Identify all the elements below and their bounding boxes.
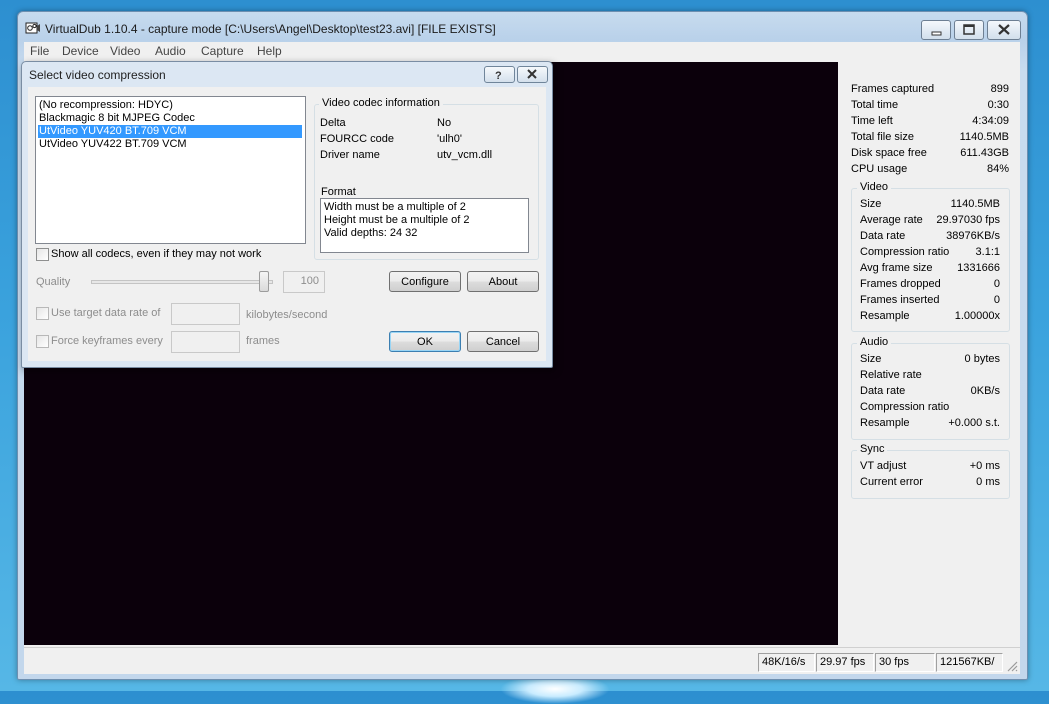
status-actual-fps: 29.97 fps [816, 653, 874, 672]
video-resample: Resample 1.00000x [860, 310, 1000, 322]
quality-value: 100 [300, 275, 319, 287]
video-data-rate: Data rate 38976KB/s [860, 230, 1000, 242]
audio-compression-ratio: Compression ratio [860, 401, 950, 413]
menu-device[interactable]: Device [62, 44, 99, 58]
configure-button[interactable]: Configure [389, 271, 461, 292]
capture-stats-panel: Frames captured 899 Total time 0:30 Time l… [842, 62, 1020, 645]
close-icon [527, 69, 537, 79]
force-keyframes-field[interactable] [171, 331, 240, 353]
show-all-codecs-label[interactable]: Show all codecs, even if they may not wo… [51, 248, 261, 260]
stat-cpu-usage: CPU usage 84% [851, 163, 1009, 175]
codec-info-fourcc-label: FOURCC code [320, 133, 394, 145]
quality-label: Quality [36, 276, 71, 288]
video-compression-ratio: Compression ratio 3.1:1 [860, 246, 1000, 258]
audio-size: Size 0 bytes [860, 353, 1000, 365]
about-button[interactable]: About [467, 271, 539, 292]
minimize-button[interactable] [921, 20, 951, 40]
codec-info-title: Video codec information [319, 97, 443, 109]
maximize-icon [963, 24, 975, 35]
format-textbox[interactable]: Width must be a multiple of 2 Height mus… [320, 198, 529, 253]
stat-total-file-size: Total file size 1140.5MB [851, 131, 1009, 143]
codec-item[interactable]: UtVideo YUV422 BT.709 VCM [38, 138, 302, 151]
video-size: Size 1140.5MB [860, 198, 1000, 210]
target-data-rate-checkbox[interactable] [36, 307, 49, 320]
codec-list[interactable]: (No recompression: HDYC) Blackmagic 8 bi… [35, 96, 306, 244]
codec-info-delta-value: No [437, 117, 452, 129]
video-avg-frame-size: Avg frame size 1331666 [860, 262, 1000, 274]
codec-info-delta-label: Delta [320, 117, 346, 129]
minimize-icon [931, 31, 942, 36]
ok-button[interactable]: OK [389, 331, 461, 352]
codec-item[interactable]: (No recompression: HDYC) [38, 99, 302, 112]
menu-video[interactable]: Video [110, 44, 140, 58]
menu-bar: File Device Video Audio Capture Help [24, 42, 1020, 61]
menu-capture[interactable]: Capture [201, 44, 244, 58]
codec-info-driver-value: utv_vcm.dll [437, 149, 493, 161]
format-line: Height must be a multiple of 2 [324, 214, 470, 226]
help-icon: ? [495, 70, 502, 82]
close-button[interactable] [987, 20, 1021, 40]
stat-time-left: Time left 4:34:09 [851, 115, 1009, 127]
video-average-rate: Average rate 29.97030 fps [860, 214, 1000, 226]
window-title: VirtualDub 1.10.4 - capture mode [C:\Use… [45, 22, 496, 36]
codec-info-fourcc-value: 'ulh0' [437, 133, 462, 145]
codec-item-selected[interactable]: UtVideo YUV420 BT.709 VCM [38, 125, 302, 138]
video-frames-dropped: Frames dropped 0 [860, 278, 1000, 290]
codec-info-driver-label: Driver name [320, 149, 380, 161]
dialog-title: Select video compression [29, 68, 166, 82]
target-data-rate-field[interactable] [171, 303, 240, 325]
format-label: Format [321, 186, 356, 198]
sync-group-title: Sync [857, 443, 888, 455]
force-keyframes-unit: frames [246, 335, 280, 347]
cancel-button[interactable]: Cancel [467, 331, 539, 352]
sync-vt-adjust: VT adjust +0 ms [860, 460, 1000, 472]
virtualdub-icon[interactable] [25, 20, 41, 36]
dialog-close-button[interactable] [517, 66, 548, 83]
audio-data-rate: Data rate 0KB/s [860, 385, 1000, 397]
quality-slider-track[interactable] [91, 280, 273, 284]
select-video-compression-dialog: Select video compression ? (No recompres… [21, 61, 553, 368]
audio-group-title: Audio [857, 336, 892, 348]
title-bar[interactable]: VirtualDub 1.10.4 - capture mode [C:\Use… [18, 12, 1027, 42]
status-target-fps: 30 fps [875, 653, 935, 672]
quality-slider-thumb[interactable] [259, 271, 269, 292]
menu-file[interactable]: File [30, 44, 49, 58]
audio-relative-rate: Relative rate [860, 369, 922, 381]
dialog-body: (No recompression: HDYC) Blackmagic 8 bi… [28, 87, 546, 361]
close-icon [998, 24, 1010, 35]
resize-grip-icon[interactable] [1006, 660, 1018, 672]
audio-resample: Resample +0.000 s.t. [860, 417, 1000, 429]
force-keyframes-label[interactable]: Force keyframes every [51, 335, 163, 347]
format-line: Width must be a multiple of 2 [324, 201, 466, 213]
stat-disk-space-free: Disk space free 611.43GB [851, 147, 1009, 159]
stat-frames-captured: Frames captured 899 [851, 83, 1009, 95]
maximize-button[interactable] [954, 20, 984, 40]
status-bar: 48K/16/s 29.97 fps 30 fps 121567KB/ [24, 647, 1020, 674]
dialog-help-button[interactable]: ? [484, 66, 515, 83]
target-data-rate-label[interactable]: Use target data rate of [51, 307, 160, 319]
stat-total-time: Total time 0:30 [851, 99, 1009, 111]
quality-value-field[interactable]: 100 [283, 271, 325, 293]
status-audio-format: 48K/16/s [758, 653, 815, 672]
status-data-rate: 121567KB/ [936, 653, 1003, 672]
svg-text:?: ? [495, 70, 502, 82]
format-line: Valid depths: 24 32 [324, 227, 418, 239]
menu-audio[interactable]: Audio [155, 44, 186, 58]
target-data-rate-unit: kilobytes/second [246, 309, 328, 321]
sync-current-error: Current error 0 ms [860, 476, 1000, 488]
force-keyframes-checkbox[interactable] [36, 335, 49, 348]
video-frames-inserted: Frames inserted 0 [860, 294, 1000, 306]
menu-help[interactable]: Help [257, 44, 282, 58]
codec-item[interactable]: Blackmagic 8 bit MJPEG Codec [38, 112, 302, 125]
show-all-codecs-checkbox[interactable] [36, 248, 49, 261]
video-group-title: Video [857, 181, 891, 193]
